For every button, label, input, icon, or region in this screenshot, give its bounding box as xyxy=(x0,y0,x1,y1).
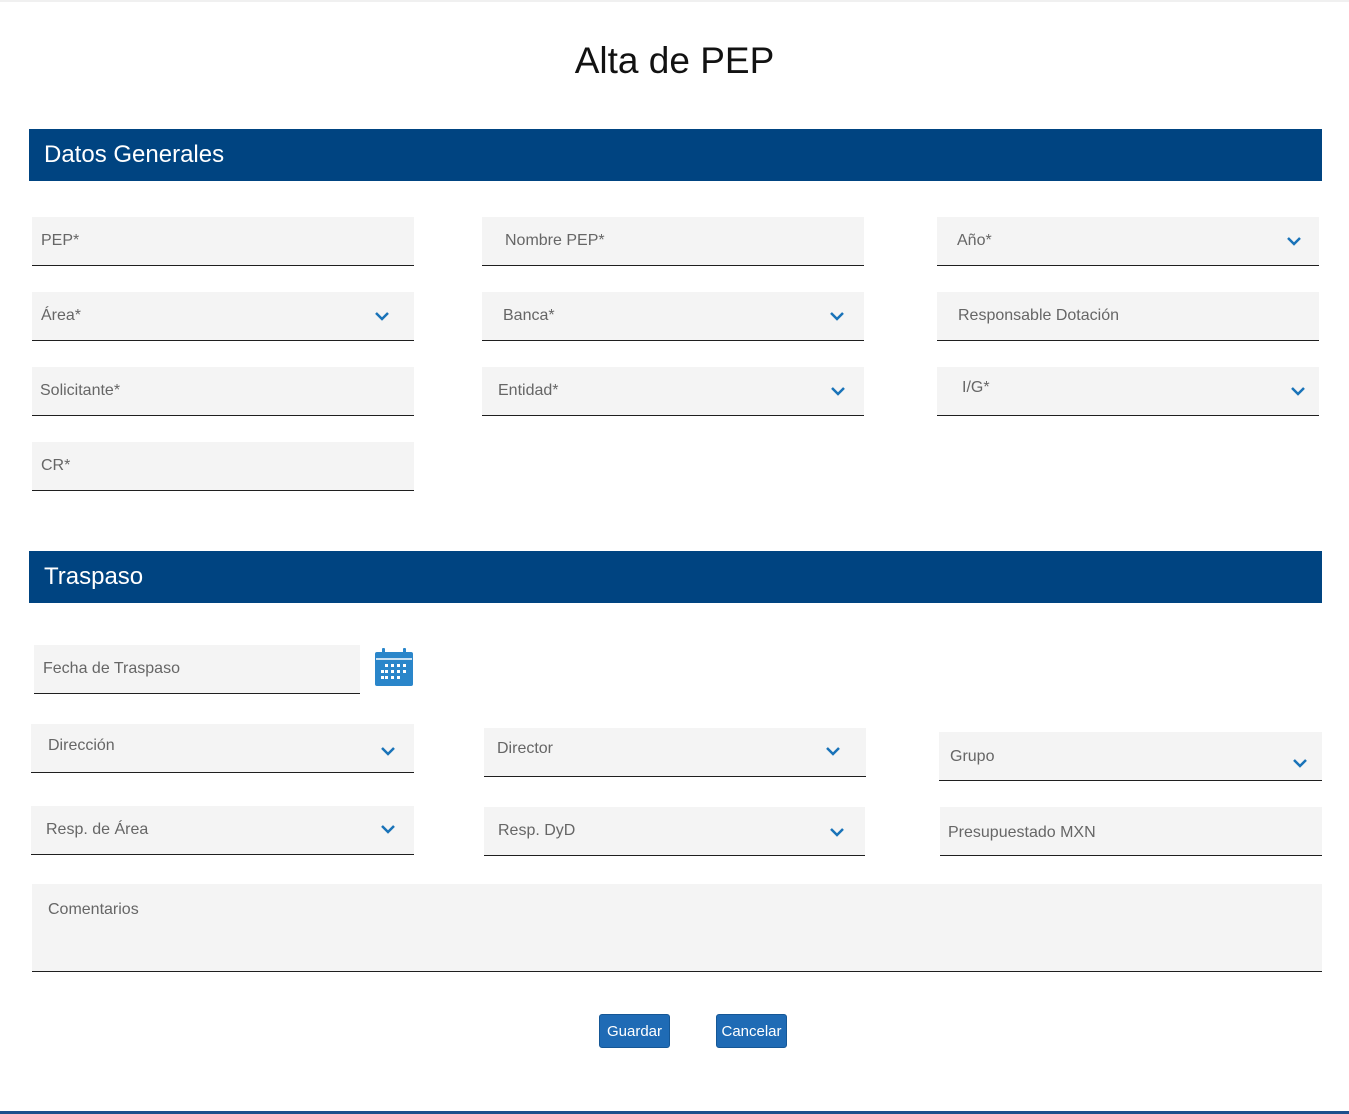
chevron-down-icon xyxy=(374,310,390,322)
solicitante-input[interactable]: Solicitante* xyxy=(32,367,414,416)
ig-select[interactable]: I/G* xyxy=(937,367,1319,416)
chevron-down-icon xyxy=(380,745,396,757)
page: Alta de PEP Datos Generales PEP* Nombre … xyxy=(0,0,1349,1114)
comentarios-label: Comentarios xyxy=(48,901,139,918)
nombre-pep-input[interactable]: Nombre PEP* xyxy=(482,217,864,266)
director-select[interactable]: Director xyxy=(484,728,866,777)
cr-input[interactable]: CR* xyxy=(32,442,414,491)
area-label: Área* xyxy=(41,307,82,324)
section-header-traspaso: Traspaso xyxy=(29,551,1322,603)
fecha-traspaso-label: Fecha de Traspaso xyxy=(43,660,180,677)
banca-label: Banca* xyxy=(503,307,555,324)
entidad-select[interactable]: Entidad* xyxy=(482,367,864,416)
ig-label: I/G* xyxy=(962,379,990,396)
pep-label: PEP* xyxy=(41,232,80,249)
grupo-select[interactable]: Grupo xyxy=(939,732,1322,781)
anio-label: Año* xyxy=(957,232,992,249)
page-title: Alta de PEP xyxy=(574,40,775,81)
banca-select[interactable]: Banca* xyxy=(482,292,864,341)
chevron-down-icon xyxy=(1292,757,1308,769)
save-button[interactable]: Guardar xyxy=(599,1014,670,1048)
chevron-down-icon xyxy=(1286,235,1302,247)
cancel-button[interactable]: Cancelar xyxy=(716,1014,787,1048)
chevron-down-icon xyxy=(829,310,845,322)
resp-area-label: Resp. de Área xyxy=(46,821,149,838)
fecha-traspaso-input[interactable]: Fecha de Traspaso xyxy=(34,645,360,694)
presupuestado-mxn-label: Presupuestado MXN xyxy=(948,824,1096,841)
chevron-down-icon xyxy=(830,385,846,397)
responsable-dotacion-label: Responsable Dotación xyxy=(958,307,1119,324)
chevron-down-icon xyxy=(825,745,841,757)
direccion-select[interactable]: Dirección xyxy=(31,724,414,773)
nombre-pep-label: Nombre PEP* xyxy=(505,232,605,249)
resp-dyd-label: Resp. DyD xyxy=(498,822,576,839)
responsable-dotacion-input[interactable]: Responsable Dotación xyxy=(937,292,1319,341)
entidad-label: Entidad* xyxy=(498,382,559,399)
cr-label: CR* xyxy=(41,457,71,474)
calendar-icon[interactable] xyxy=(374,647,414,687)
direccion-label: Dirección xyxy=(48,737,115,754)
chevron-down-icon xyxy=(829,826,845,838)
comentarios-textarea[interactable]: Comentarios xyxy=(32,884,1322,972)
pep-input[interactable]: PEP* xyxy=(32,217,414,266)
area-select[interactable]: Área* xyxy=(32,292,414,341)
director-label: Director xyxy=(497,740,554,757)
solicitante-label: Solicitante* xyxy=(40,382,121,399)
grupo-label: Grupo xyxy=(950,748,995,765)
section-header-datos-generales: Datos Generales xyxy=(29,129,1322,181)
resp-dyd-select[interactable]: Resp. DyD xyxy=(484,807,865,856)
anio-select[interactable]: Año* xyxy=(937,217,1319,266)
presupuestado-mxn-input[interactable]: Presupuestado MXN xyxy=(940,807,1322,856)
resp-area-select[interactable]: Resp. de Área xyxy=(31,806,414,855)
chevron-down-icon xyxy=(1290,385,1306,397)
top-divider xyxy=(0,0,1349,2)
chevron-down-icon xyxy=(380,823,396,835)
